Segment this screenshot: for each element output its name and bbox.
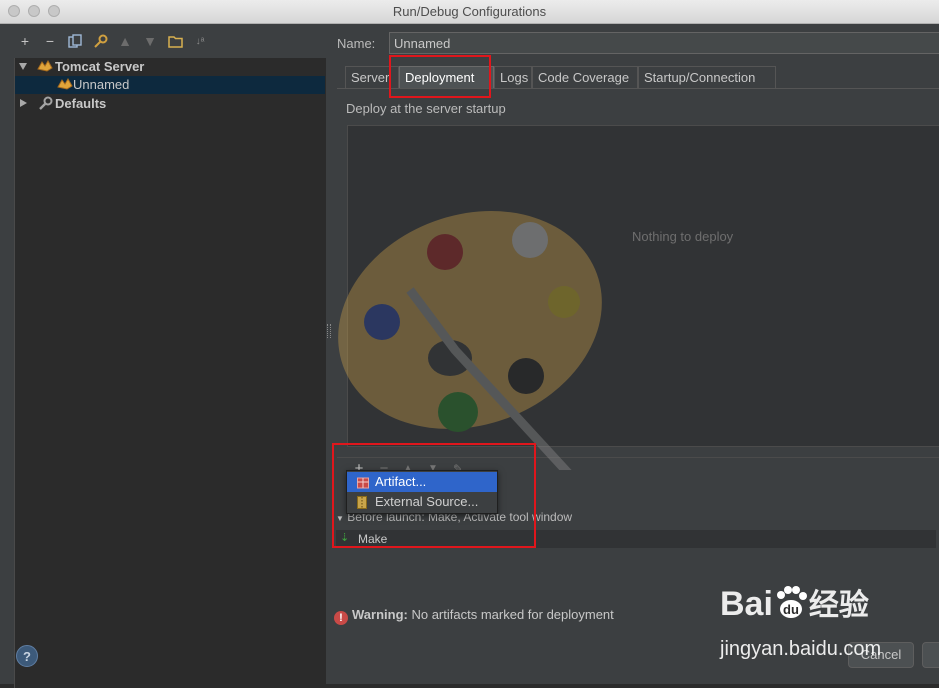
- warning-text: No artifacts marked for deployment: [411, 607, 614, 622]
- sort-icon[interactable]: ↓ᵃ: [192, 33, 208, 49]
- configuration-editor: Name: Server Deployment Logs Code Covera…: [333, 24, 939, 684]
- menu-item-label: External Source...: [375, 494, 479, 509]
- cancel-button[interactable]: Cancel: [848, 642, 914, 668]
- edit-defaults-icon[interactable]: [92, 33, 108, 49]
- empty-list-text: Nothing to deploy: [632, 229, 734, 244]
- deploy-section-label: Deploy at the server startup: [346, 101, 506, 116]
- folder-icon[interactable]: [167, 33, 183, 49]
- expand-arrow-icon[interactable]: [19, 63, 27, 70]
- tab-startup-connection[interactable]: Startup/Connection: [638, 66, 776, 88]
- before-launch-task-row[interactable]: ⇣ Make: [336, 530, 936, 548]
- tree-item-tomcat-server[interactable]: Tomcat Server: [15, 58, 325, 76]
- window-title: Run/Debug Configurations: [392, 4, 547, 19]
- apply-button[interactable]: [922, 642, 939, 668]
- tomcat-icon: [57, 77, 73, 96]
- sidebar-toolbar: + − ▲ ▼ ↓ᵃ: [0, 24, 326, 58]
- menu-item-external-source[interactable]: External Source...: [347, 492, 497, 512]
- panel-splitter[interactable]: [326, 24, 333, 684]
- name-input[interactable]: [389, 32, 939, 54]
- collapse-arrow-icon[interactable]: [20, 99, 27, 107]
- remove-icon[interactable]: −: [42, 33, 58, 49]
- add-deployment-menu: Artifact... External Source...: [346, 470, 498, 514]
- artifact-icon: [357, 475, 369, 489]
- menu-item-label: Artifact...: [375, 474, 427, 489]
- menu-item-artifact[interactable]: Artifact...: [347, 472, 497, 492]
- wrench-icon: [37, 96, 53, 116]
- configurations-sidebar: + − ▲ ▼ ↓ᵃ Tomcat Server Unnamed Default…: [0, 24, 327, 688]
- window-titlebar: Run/Debug Configurations: [0, 0, 939, 24]
- deployment-list[interactable]: Nothing to deploy: [347, 125, 939, 447]
- help-button[interactable]: ?: [16, 645, 38, 667]
- tree-item-label: Defaults: [55, 96, 107, 111]
- tree-item-label: Unnamed: [73, 77, 130, 92]
- move-down-icon[interactable]: ▼: [142, 33, 158, 49]
- tab-logs[interactable]: Logs: [494, 66, 532, 88]
- configurations-tree: Tomcat Server Unnamed Defaults: [14, 58, 327, 688]
- copy-icon[interactable]: [67, 33, 83, 49]
- warning-icon: !: [334, 611, 348, 625]
- tab-server[interactable]: Server: [345, 66, 399, 88]
- name-label: Name:: [337, 36, 376, 51]
- tree-item-unnamed[interactable]: Unnamed: [15, 76, 325, 94]
- move-up-icon[interactable]: ▲: [117, 33, 133, 49]
- warning-message: ! Warning: No artifacts marked for deploy…: [334, 607, 614, 625]
- add-icon[interactable]: +: [17, 33, 33, 49]
- tab-deployment[interactable]: Deployment: [399, 66, 494, 88]
- tree-item-label: Tomcat Server: [55, 59, 145, 74]
- warning-prefix: Warning:: [352, 607, 408, 622]
- archive-icon: [357, 495, 369, 509]
- make-icon: ⇣: [340, 532, 350, 544]
- expand-arrow-icon: ▼: [336, 514, 344, 523]
- tab-code-coverage[interactable]: Code Coverage: [532, 66, 638, 88]
- tree-item-defaults[interactable]: Defaults: [15, 95, 325, 113]
- task-label: Make: [358, 532, 388, 546]
